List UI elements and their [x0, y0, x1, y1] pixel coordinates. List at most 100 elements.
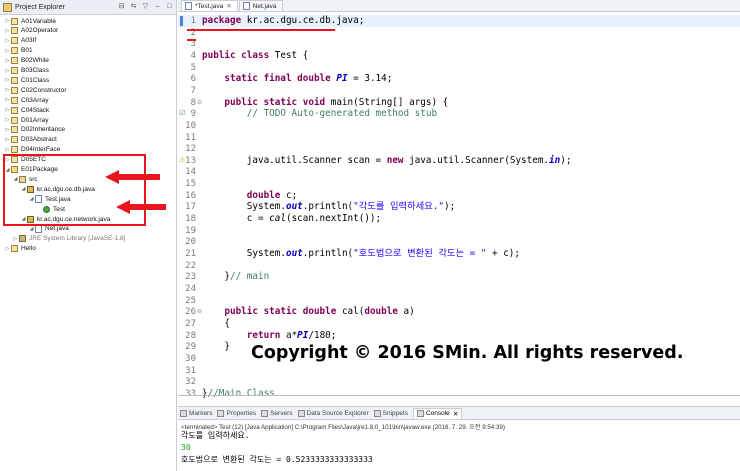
code-line[interactable]: 17 System.out.println("각도를 입력하세요."); [178, 201, 740, 213]
project-explorer-panel: Project Explorer ⊟ ⇆ ▽ – □ ▷ A01Variable ▷… [0, 0, 177, 471]
close-icon[interactable]: ✕ [453, 410, 458, 418]
tab-servers[interactable]: Servers [261, 409, 293, 417]
tree-item[interactable]: ▷ A02Operator [4, 26, 58, 36]
code-text: // TODO Auto-generated method stub [246, 108, 438, 120]
project-icon [11, 37, 18, 45]
expand-toggle-icon[interactable]: ▷ [4, 77, 11, 83]
code-line[interactable]: 27 { [178, 318, 740, 330]
tree-item[interactable]: ▷ C04Stack [4, 105, 49, 115]
code-line[interactable]: 5 [178, 62, 740, 74]
code-line[interactable]: 21 System.out.println("호도법으로 변환된 각도는 = "… [178, 248, 740, 260]
expand-toggle-icon[interactable]: ▷ [4, 58, 11, 64]
expand-toggle-icon[interactable]: ▷ [4, 28, 11, 34]
view-menu-icon[interactable]: ▽ [141, 2, 150, 11]
expand-toggle-icon[interactable]: ▷ [4, 147, 11, 153]
expand-toggle-icon[interactable]: ▷ [4, 107, 11, 113]
minimize-icon[interactable]: – [153, 2, 162, 11]
code-line[interactable]: 10 [178, 120, 740, 132]
tree-item[interactable]: ▷ JRE System Library [JavaSE-1.8] [12, 234, 125, 244]
code-line[interactable]: 12 [178, 143, 740, 155]
expand-toggle-icon[interactable]: ▷ [4, 18, 11, 24]
code-line[interactable]: 1 package kr.ac.dgu.ce.db.java; [178, 15, 740, 27]
tree-item[interactable]: ▷ C02Constructor [4, 85, 67, 95]
code-line[interactable]: 14 [178, 166, 740, 178]
expand-toggle-icon[interactable]: ▷ [4, 137, 11, 143]
collapse-all-icon[interactable]: ⊟ [117, 2, 126, 11]
tree-item[interactable]: ▷ A01Variable [4, 16, 56, 26]
tree-item[interactable]: ▷ D03Abstract [4, 135, 57, 145]
expand-toggle-icon[interactable]: ▷ [4, 68, 11, 74]
tree-item[interactable]: ▷ C03Array [4, 95, 48, 105]
code-line[interactable]: 11 [178, 132, 740, 144]
expand-toggle-icon[interactable]: ▷ [4, 48, 11, 54]
line-number: 23 [185, 272, 196, 283]
properties-icon [217, 409, 225, 417]
code-line[interactable]: 24 [178, 283, 740, 295]
code-line[interactable]: 6 static final double PI = 3.14; [178, 73, 740, 85]
code-editor[interactable]: *Test.java ✕ Net.java 1 package kr.ac.dgu… [178, 0, 740, 406]
expand-toggle-icon[interactable]: ▷ [4, 97, 11, 103]
tab-data-source-explorer[interactable]: Data Source Explorer [297, 409, 369, 417]
expand-toggle-icon[interactable]: ▷ [4, 87, 11, 93]
code-line[interactable]: 22 [178, 260, 740, 272]
code-line[interactable]: 31 [178, 365, 740, 377]
code-line[interactable]: 25 [178, 295, 740, 307]
expand-toggle-icon[interactable]: ▷ [12, 236, 19, 242]
expand-toggle-icon[interactable]: ▷ [4, 127, 11, 133]
library-icon [19, 235, 26, 243]
code-line[interactable]: 33}//Main Class [178, 388, 740, 400]
console-output[interactable]: 각도를 입력하세요. 30 호도법으로 변환된 각도는 = 0.5233333333… [178, 430, 740, 466]
expand-toggle-icon[interactable]: ◢ [28, 226, 35, 232]
tree-item[interactable]: ▷ B02While [4, 56, 49, 66]
code-line[interactable]: 18 c = cal(scan.nextInt()); [178, 213, 740, 225]
line-number: 19 [185, 225, 196, 236]
tab-console[interactable]: Console ✕ [412, 407, 463, 419]
code-line[interactable]: 3 [178, 38, 740, 50]
tab-snippets[interactable]: Snippets [373, 409, 408, 417]
code-line[interactable]: 26 ⊖ public static double cal(double a) [178, 306, 740, 318]
warning-icon[interactable]: ⚠ [179, 155, 185, 167]
code-line[interactable]: 16 double c; [178, 190, 740, 202]
project-icon [11, 67, 18, 74]
expand-toggle-icon[interactable]: ▷ [4, 117, 11, 123]
code-line[interactable]: 15 [178, 178, 740, 190]
tree-item[interactable]: ▷ B01 [4, 46, 33, 56]
code-line[interactable]: 32 [178, 376, 740, 388]
code-line[interactable]: 7 [178, 85, 740, 97]
code-line[interactable]: 19 [178, 225, 740, 237]
code-line[interactable]: 13 ⚠ java.util.Scanner scan = new java.ut… [178, 155, 740, 167]
code-text: public static void main(String[] args) { [224, 96, 449, 108]
tree-item[interactable]: ▷ B03Class [4, 66, 49, 76]
tab-net-java[interactable]: Net.java [238, 0, 283, 11]
tree-item-label: C02Constructor [21, 86, 67, 94]
tab-properties[interactable]: Properties [217, 409, 256, 417]
project-icon [11, 17, 18, 25]
project-icon [11, 86, 18, 94]
tree-item[interactable]: ▷ Hello [4, 244, 36, 254]
markers-icon [180, 409, 187, 417]
code-line[interactable]: 23 }// main [178, 271, 740, 283]
expand-toggle-icon[interactable]: ▷ [4, 246, 11, 252]
expand-toggle-icon[interactable]: ▷ [4, 38, 11, 44]
line-number: 24 [185, 283, 196, 294]
java-file-icon [35, 224, 42, 233]
tree-item[interactable]: ▷ A03If [4, 36, 36, 46]
project-icon [11, 106, 18, 114]
tab-test-java[interactable]: *Test.java ✕ [181, 0, 238, 11]
tree-item[interactable]: ▷ C01Class [4, 75, 49, 85]
close-icon[interactable]: ✕ [226, 2, 231, 10]
code-line[interactable]: 20 [178, 236, 740, 248]
tree-item[interactable]: ▷ D01Array [4, 115, 48, 125]
line-number: 27 [185, 318, 196, 329]
code-line[interactable]: 9 ☑ // TODO Auto-generated method stub [178, 108, 740, 120]
data-source-explorer-icon [297, 409, 305, 417]
link-editor-icon[interactable]: ⇆ [129, 2, 138, 11]
maximize-icon[interactable]: □ [165, 2, 174, 11]
tree-item-label: B03Class [21, 67, 49, 74]
code-line[interactable]: 8 ⊖ public static void main(String[] args… [178, 97, 740, 109]
tree-item[interactable]: ▷ D02Inheritance [4, 125, 65, 135]
code-line[interactable]: 4 public class Test { [178, 50, 740, 62]
code-line[interactable]: 28 return a*PI/180; [178, 330, 740, 342]
tab-markers[interactable]: Markers [180, 409, 212, 417]
task-icon[interactable]: ☑ [179, 108, 185, 120]
